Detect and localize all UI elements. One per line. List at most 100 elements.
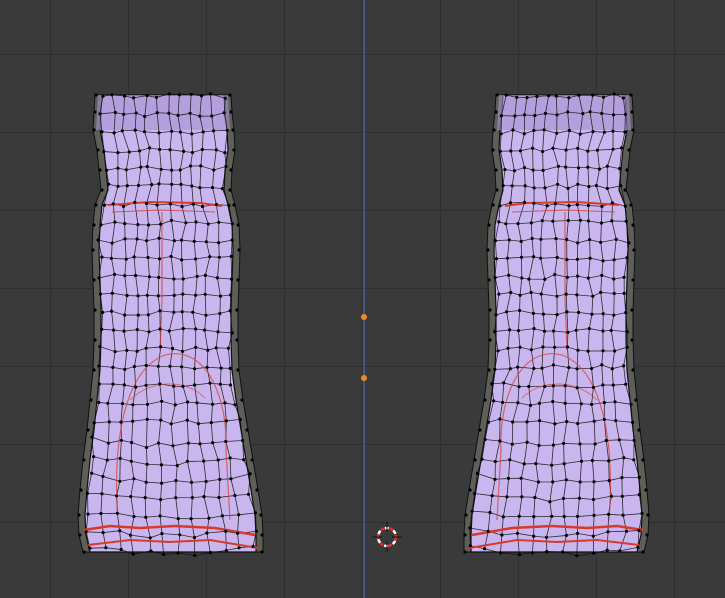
mesh-vertex <box>194 220 198 224</box>
mesh-vertex <box>586 203 590 208</box>
mesh-vertex <box>625 330 629 334</box>
mesh-vertex <box>100 188 104 192</box>
mesh-vertex <box>231 128 235 132</box>
mesh-vertex <box>157 131 161 135</box>
mesh-vertex <box>212 129 216 133</box>
mesh-vertex <box>529 221 533 225</box>
mesh-vertex <box>564 533 568 538</box>
mesh-vertex <box>184 221 188 225</box>
mesh-vertex <box>612 92 616 96</box>
mesh-vertex <box>532 255 536 259</box>
mesh-vertex <box>233 403 237 407</box>
mesh-vertex <box>235 308 239 312</box>
mesh-vertex <box>229 477 233 481</box>
mesh-vertex <box>503 168 507 172</box>
mesh-vertex <box>116 166 120 170</box>
mesh-vertex <box>588 256 592 260</box>
mesh-vertex <box>144 383 148 387</box>
mesh-vertex <box>119 547 123 552</box>
mesh-vertex <box>540 366 544 370</box>
object-origin-point[interactable] <box>361 375 367 381</box>
mesh-vertex <box>204 313 208 317</box>
mesh-vertex <box>156 364 160 368</box>
mesh-vertex <box>510 184 514 188</box>
mesh-vertex <box>498 204 502 208</box>
mesh-vertex <box>107 182 111 186</box>
mesh-vertex <box>622 275 626 279</box>
mesh-vertex <box>214 148 218 152</box>
mesh-vertex <box>168 148 172 152</box>
mesh-vertex <box>144 445 149 450</box>
mesh-vertex <box>629 402 633 406</box>
mesh-vertex <box>553 422 557 426</box>
mesh-vertex <box>236 223 240 227</box>
mesh-vertex <box>637 428 641 432</box>
mesh-vertex <box>149 549 153 553</box>
mesh-vertex <box>555 113 559 117</box>
mesh-vertex <box>112 131 116 135</box>
mesh-vertex <box>162 552 166 557</box>
mesh-vertex <box>591 93 595 97</box>
mesh-vertex <box>219 366 223 370</box>
mesh-vertex <box>199 164 203 168</box>
mesh-vertex <box>609 494 613 498</box>
mesh-vertex <box>210 402 215 406</box>
mesh-vertex <box>551 146 555 150</box>
mesh-vertex <box>145 462 149 466</box>
mesh-vertex <box>611 129 615 133</box>
mesh-vertex <box>125 184 129 188</box>
3d-cursor-icon[interactable] <box>372 522 402 552</box>
mesh-vertex <box>168 202 172 206</box>
3d-viewport[interactable] <box>0 0 725 598</box>
mesh-vertex <box>216 458 220 462</box>
mesh-vertex <box>577 310 581 314</box>
mesh-vertex <box>567 366 571 370</box>
mesh-vertex <box>634 398 638 402</box>
mesh-vertex <box>543 186 547 190</box>
mesh-vertex <box>227 203 231 207</box>
mesh-vertex <box>601 349 605 353</box>
mesh-vertex <box>123 313 127 317</box>
mesh-vertex <box>600 111 604 115</box>
mesh-vertex <box>192 535 197 540</box>
mesh-vertex <box>107 420 111 424</box>
mesh-vertex <box>517 385 521 389</box>
mesh-vertex <box>592 419 596 423</box>
mesh-vertex <box>180 310 184 314</box>
mesh-vertex <box>93 338 97 342</box>
mesh-vertex <box>612 291 616 296</box>
mesh-vertex <box>146 223 151 227</box>
object-origin-point[interactable] <box>361 314 367 320</box>
mesh-vertex <box>600 273 604 277</box>
mesh-vertex <box>537 443 541 448</box>
mesh-vertex <box>532 515 536 519</box>
mesh-vertex <box>593 442 597 446</box>
mesh-vertex <box>610 367 614 371</box>
mesh-vertex <box>611 113 616 117</box>
mesh-vertex <box>493 477 497 481</box>
boot-mesh-right-mirror[interactable] <box>463 92 650 558</box>
boot-mesh-left[interactable] <box>77 92 264 558</box>
mesh-vertex <box>539 237 543 241</box>
mesh-vertex <box>522 166 527 170</box>
mesh-vertex <box>577 93 581 97</box>
mesh-vertex <box>203 328 207 332</box>
mesh-vertex <box>522 132 526 136</box>
mesh-vertex <box>157 257 162 261</box>
mesh-vertex <box>100 492 104 496</box>
mesh-vertex <box>622 456 626 460</box>
mesh-vertex <box>159 345 163 349</box>
mesh-vertex <box>185 418 189 422</box>
mesh-vertex <box>556 164 560 168</box>
mesh-vertex <box>534 462 538 466</box>
mesh-vertex <box>630 308 634 312</box>
mesh-vertex <box>533 495 537 500</box>
mesh-vertex <box>498 417 502 421</box>
mesh-vertex <box>468 544 472 548</box>
mesh-vertex <box>500 533 504 537</box>
mesh-vertex <box>217 255 221 259</box>
mesh-vertex <box>123 222 127 226</box>
mesh-vertex <box>236 368 240 372</box>
mesh-vertex <box>202 495 206 499</box>
mesh-vertex <box>94 203 98 207</box>
